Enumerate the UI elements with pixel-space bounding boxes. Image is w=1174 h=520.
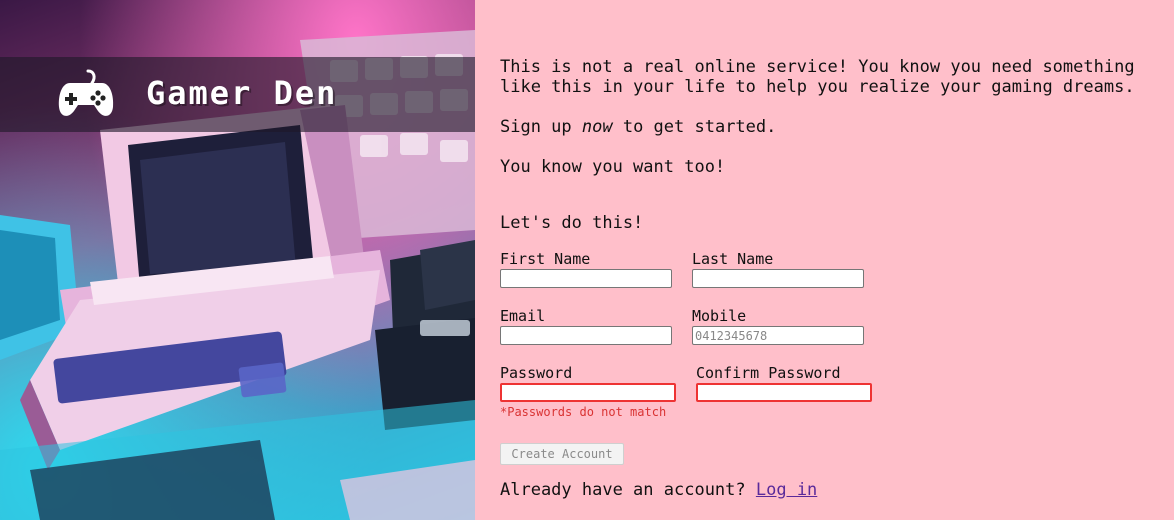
mobile-label: Mobile <box>692 307 747 325</box>
encouragement-text: You know you want too! <box>500 157 726 177</box>
password-input[interactable] <box>500 383 676 402</box>
form-heading: Let's do this! <box>500 213 644 233</box>
login-link[interactable]: Log in <box>756 480 817 500</box>
gamepad-icon <box>58 69 114 116</box>
last-name-label: Last Name <box>692 250 774 268</box>
login-prompt: Already have an account? Log in <box>500 480 818 500</box>
brand-title: Gamer Den <box>146 74 338 112</box>
mobile-input[interactable] <box>692 326 864 345</box>
email-label: Email <box>500 307 546 325</box>
password-label: Password <box>500 364 573 382</box>
last-name-group: Last Name <box>692 250 864 288</box>
emphasis-now: now <box>581 117 613 137</box>
confirm-password-group: Confirm Password <box>696 364 872 402</box>
intro-text: This is not a real online service! You k… <box>500 57 1135 97</box>
last-name-input[interactable] <box>692 269 864 288</box>
signup-prompt: Sign up now to get started. <box>500 117 777 137</box>
email-input[interactable] <box>500 326 672 345</box>
confirm-password-input[interactable] <box>696 383 872 402</box>
first-name-group: First Name <box>500 250 672 288</box>
hero-image: Gamer Den <box>0 0 475 520</box>
create-account-button[interactable]: Create Account <box>500 443 624 465</box>
first-name-label: First Name <box>500 250 591 268</box>
mobile-group: Mobile <box>692 307 864 345</box>
password-group: Password *Passwords do not match <box>500 364 676 419</box>
confirm-password-label: Confirm Password <box>696 364 841 382</box>
password-error-message: *Passwords do not match <box>500 405 667 419</box>
email-group: Email <box>500 307 672 345</box>
first-name-input[interactable] <box>500 269 672 288</box>
